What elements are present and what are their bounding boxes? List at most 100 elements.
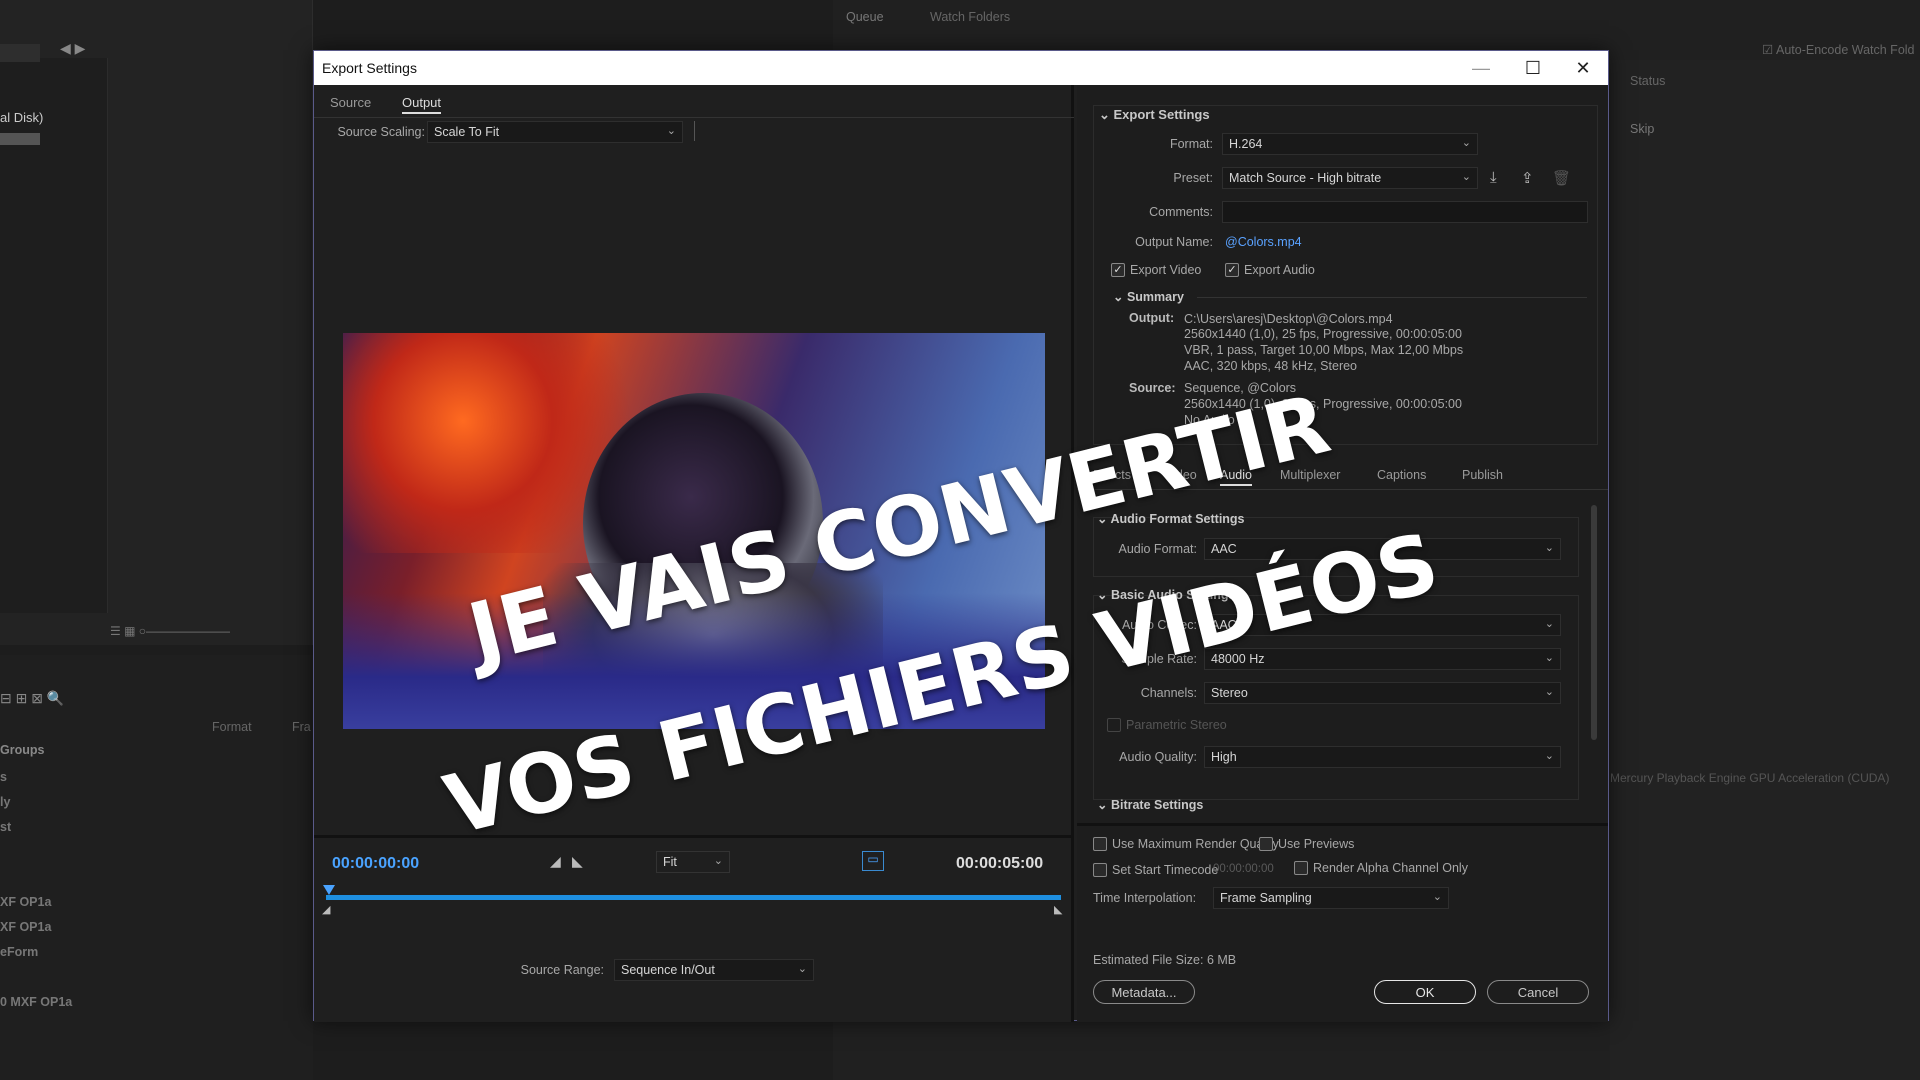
start-timecode-checkbox[interactable] [1093,863,1107,877]
preset-select[interactable]: Match Source - High bitrate ⌄ [1222,167,1478,189]
watch-folders-tab[interactable]: Watch Folders [930,10,1010,24]
source-range-select[interactable]: Sequence In/Out ⌄ [614,959,814,981]
import-preset-icon[interactable]: ⇪ [1521,169,1534,187]
source-scaling-select[interactable]: Scale To Fit ⌄ [427,121,683,143]
format-select[interactable]: H.264 ⌄ [1222,133,1478,155]
view-toggle-icon[interactable]: ☰ ▦ ○——————— [110,624,230,638]
export-video-checkbox[interactable]: ✓ [1111,263,1125,277]
export-video-label: Export Video [1130,263,1202,277]
time-interpolation-value: Frame Sampling [1220,891,1312,905]
preset-value: Match Source - High bitrate [1229,171,1382,185]
source-range-label: Source Range: [520,963,604,977]
max-render-quality-checkbox[interactable] [1093,837,1107,851]
drive-dropdown[interactable] [0,44,40,62]
parametric-stereo-label: Parametric Stereo [1126,718,1227,732]
settings-scrollbar[interactable] [1591,505,1597,740]
use-previews-checkbox[interactable] [1259,837,1273,851]
audio-quality-label: Audio Quality: [1119,750,1197,764]
renderer-label: Mercury Playback Engine GPU Acceleration… [1610,771,1890,785]
mark-in-icon[interactable]: ◢ [550,853,561,870]
delete-preset-icon[interactable]: 🗑 [1552,169,1571,187]
zoom-select[interactable]: Fit ⌄ [656,851,730,873]
mark-out-icon[interactable]: ◣ [572,853,583,870]
timeline-divider [314,835,1074,838]
summary-output-line: 2560x1440 (1,0), 25 fps, Progressive, 00… [1184,327,1462,341]
ok-button[interactable]: OK [1374,980,1476,1004]
start-timecode-input[interactable]: 00:00:00:00 [1213,863,1274,875]
options-divider [1077,823,1608,826]
channels-select[interactable]: Stereo ⌄ [1204,682,1561,704]
save-preset-icon[interactable]: ⤓ [1490,169,1497,186]
chevron-down-icon: ⌄ [1097,798,1111,812]
playhead-icon[interactable] [323,885,335,895]
format-column: Format [212,720,252,734]
preset-row[interactable]: s [0,770,7,784]
chevron-down-icon: ⌄ [1544,750,1554,762]
preset-tools-icon[interactable]: ⊟ ⊞ ⊠ 🔍 [0,690,64,707]
summary-title: Summary [1126,290,1184,304]
dialog-title: Export Settings [322,60,417,76]
current-timecode[interactable]: 00:00:00:00 [332,855,419,873]
chevron-down-icon: ⌄ [1113,290,1127,304]
parametric-stereo-checkbox[interactable] [1107,718,1121,732]
tab-output[interactable]: Output [402,95,442,114]
source-scaling-label: Source Scaling: [337,125,425,139]
chevron-down-icon: ⌄ [797,963,807,975]
source-scaling-value: Scale To Fit [434,125,500,139]
format-value: H.264 [1229,137,1263,151]
tab-source[interactable]: Source [330,95,371,110]
source-range-value: Sequence In/Out [621,963,715,977]
queue-list [1610,60,1920,1080]
close-icon[interactable]: ✕ [1557,51,1609,85]
summary-output-line: C:\Users\aresj\Desktop\@Colors.mp4 [1184,312,1393,326]
bitrate-header[interactable]: ⌄ Bitrate Settings [1097,797,1203,812]
zoom-value: Fit [663,855,677,869]
export-audio-label: Export Audio [1244,263,1315,277]
queue-tab[interactable]: Queue [846,10,884,24]
maximize-icon[interactable]: ☐ [1507,51,1559,85]
output-name-label: Output Name: [1135,235,1213,249]
metadata-button[interactable]: Metadata... [1093,980,1195,1004]
export-audio-checkbox[interactable]: ✓ [1225,263,1239,277]
preset-row[interactable]: st [0,820,11,834]
output-name-link[interactable]: @Colors.mp4 [1225,235,1302,249]
export-settings-title: Export Settings [1113,107,1210,122]
back-forward-icon[interactable]: ◀ ▶ [60,40,85,57]
dialog-titlebar: Export Settings — ☐ ✕ [314,51,1608,85]
in-point-icon[interactable]: ◢ [322,903,330,916]
preset-row[interactable]: 0 MXF OP1a [0,995,72,1009]
aspect-correction-icon[interactable]: ▭ [862,851,884,871]
audio-format-label: Audio Format: [1118,542,1197,556]
out-point-icon[interactable]: ◣ [1054,903,1062,916]
local-disk-item[interactable]: al Disk) [0,110,43,125]
time-interpolation-select[interactable]: Frame Sampling ⌄ [1213,887,1449,909]
chevron-down-icon: ⌄ [1099,107,1114,122]
auto-encode-checkbox[interactable]: ☑ Auto-Encode Watch Fold [1762,42,1915,57]
timeline-bar[interactable] [326,895,1061,900]
start-timecode-label: Set Start Timecode [1112,863,1219,877]
preset-row[interactable]: XF OP1a [0,920,51,934]
preset-row[interactable]: ly [0,795,10,809]
frame-column: Fra [292,720,311,734]
comments-label: Comments: [1149,205,1213,219]
chevron-down-icon: ⌄ [1544,618,1554,630]
summary-header[interactable]: ⌄ Summary [1113,289,1184,304]
time-interpolation-label: Time Interpolation: [1093,891,1197,905]
tab-captions[interactable]: Captions [1377,468,1426,482]
cancel-button[interactable]: Cancel [1487,980,1589,1004]
preset-row[interactable]: XF OP1a [0,895,51,909]
minimize-icon[interactable]: — [1455,51,1507,85]
render-alpha-label: Render Alpha Channel Only [1313,861,1468,875]
audio-format-value: AAC [1211,542,1237,556]
bitrate-title: Bitrate Settings [1110,798,1204,812]
render-alpha-checkbox[interactable] [1294,861,1308,875]
tab-publish[interactable]: Publish [1462,468,1503,482]
summary-divider [1197,297,1587,298]
export-settings-header[interactable]: ⌄ Export Settings [1099,107,1210,123]
preset-row[interactable]: eForm [0,945,38,959]
end-timecode: 00:00:05:00 [956,855,1044,872]
comments-input[interactable] [1222,201,1588,223]
chevron-down-icon: ⌄ [1432,891,1442,903]
audio-quality-select[interactable]: High ⌄ [1204,746,1561,768]
chevron-down-icon: ⌄ [666,125,676,137]
